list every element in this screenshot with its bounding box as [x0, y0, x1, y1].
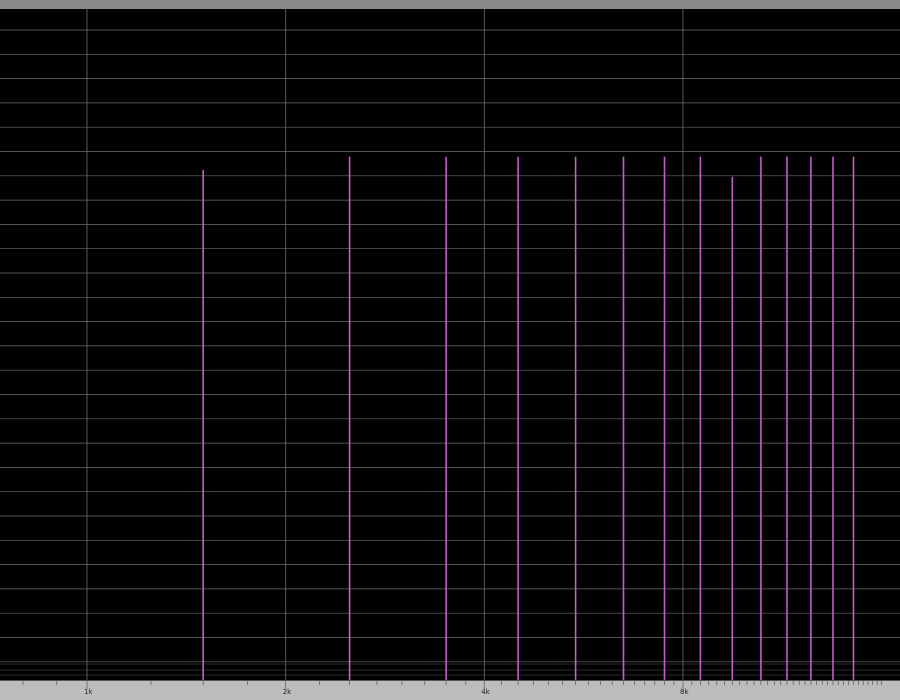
- tick-label-4k: 4k: [481, 688, 490, 696]
- tick-label-2k: 2k: [283, 688, 292, 696]
- frequency-ruler[interactable]: 1k 2k 4k 8k: [0, 680, 900, 700]
- spectrum-chart: 1k 2k 4k 8k: [0, 0, 900, 700]
- spectrum-view: 1k 2k 4k 8k: [0, 0, 900, 700]
- ruler-background: [0, 680, 900, 700]
- top-frame: [0, 0, 900, 9]
- tick-label-8k: 8k: [680, 688, 689, 696]
- tick-label-1k: 1k: [84, 688, 93, 696]
- plot-background: [0, 9, 900, 680]
